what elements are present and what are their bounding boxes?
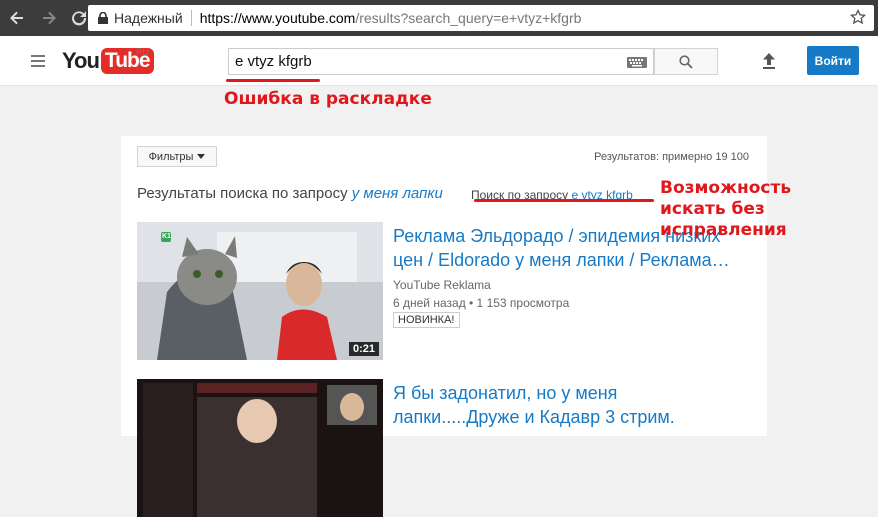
video-meta: 6 дней назад • 1 153 просмотра [393,296,570,310]
bookmark-star-icon[interactable] [850,9,866,25]
search-input[interactable]: e vtyz kfgrb [228,48,654,75]
results-count: Результатов: примерно 19 100 [594,151,749,163]
logo-you-text: You [62,48,100,73]
url-path: /results?search_query=e+vtyz+kfgrb [355,10,582,26]
video-thumbnail[interactable]: K1 0:21 [137,222,383,360]
video-channel[interactable]: YouTube Reklama [393,278,491,292]
video-result: K1 0:21 Реклама Эльдорадо / эпидемия низ… [137,222,757,362]
thumbnail-image [137,379,383,517]
thumbnail-image [137,222,383,360]
lock-icon [98,12,108,24]
menu-icon[interactable] [31,55,45,67]
filters-button[interactable]: Фильтры [137,146,217,167]
upload-icon[interactable] [760,52,778,70]
annotation-underline-original [474,199,654,202]
corrected-prefix: Результаты поиска по запросу [137,185,348,202]
url-host: https://www.youtube.com [199,10,356,26]
search-button[interactable] [654,48,718,75]
annotation-underline-search [226,79,320,82]
forward-button[interactable] [38,7,60,29]
address-bar[interactable]: Надежный https://www.youtube.com/results… [88,5,874,31]
reload-button[interactable] [68,7,90,29]
search-icon [679,54,693,69]
keyboard-icon[interactable] [627,57,647,68]
video-title-link[interactable]: Я бы задонатил, но у меня лапки.....Друж… [393,381,743,429]
reload-icon [72,11,87,26]
annotation-line-2: искать без исправления [660,199,787,240]
video-result: Я бы задонатил, но у меня лапки.....Друж… [137,379,757,517]
back-button[interactable] [6,7,28,29]
annotation-line-1: Возможность [660,178,792,198]
video-duration: 0:21 [348,342,379,356]
arrow-left-icon [10,11,23,25]
omnibox-divider [190,10,192,26]
search-query: e vtyz kfgrb [235,53,312,70]
dropdown-arrow-icon [197,154,206,159]
corrected-query-line: Результаты поиска по запросу у меня лапк… [137,185,443,202]
thumbnail-channel-tag: K1 [162,233,171,240]
corrected-term-link[interactable]: у меня лапки [352,185,443,202]
youtube-header: You Tube RU e vtyz kfgrb Войти [0,36,878,86]
browser-toolbar: Надежный https://www.youtube.com/results… [0,0,878,36]
new-badge: НОВИНКА! [393,312,460,328]
youtube-logo[interactable]: You Tube RU [62,47,154,75]
annotation-layout-error: Ошибка в раскладке [224,89,432,109]
annotation-search-without-fix: Возможность искать без исправления [660,178,878,241]
arrow-right-icon [43,11,56,25]
logo-region: RU [136,47,149,57]
filters-label: Фильтры [148,150,194,163]
sign-in-button[interactable]: Войти [807,46,859,75]
video-thumbnail[interactable] [137,379,383,517]
secure-label: Надежный [114,10,183,26]
